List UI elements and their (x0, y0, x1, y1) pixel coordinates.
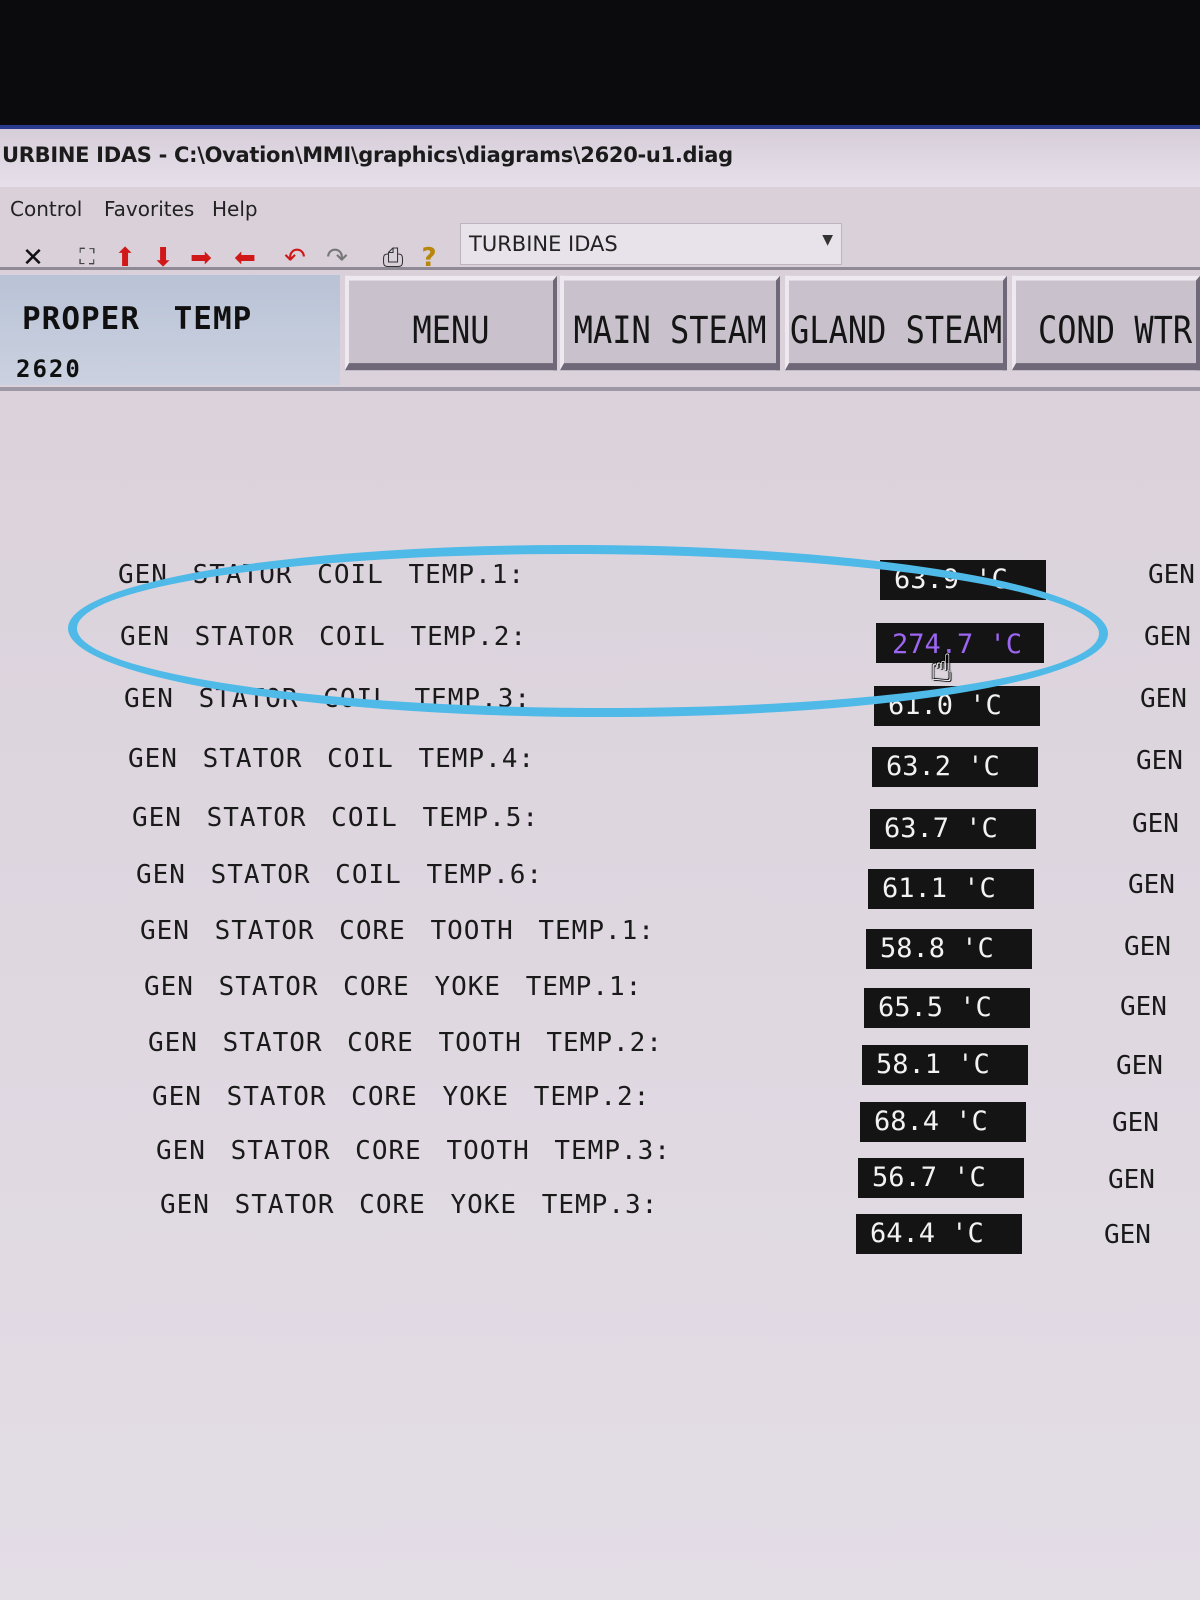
divider (0, 387, 1200, 391)
page-title: PROPER TEMP (22, 301, 253, 337)
window-titlebar: URBINE IDAS - C:\Ovation\MMI\graphics\di… (0, 125, 1200, 187)
row-right-label: GEN (1148, 560, 1195, 590)
row-label-coil-5: GEN STATOR COIL TEMP.5: (132, 803, 540, 833)
row-value-coil-6[interactable]: 61.1 'C (868, 869, 1034, 909)
row-value-coil-5[interactable]: 63.7 'C (870, 809, 1036, 849)
row-right-label: GEN (1136, 746, 1183, 776)
row-label-tooth-1: GEN STATOR CORE TOOTH TEMP.1: (140, 916, 655, 946)
row-right-label: GEN (1120, 992, 1167, 1022)
divider (0, 267, 1200, 270)
row-right-label: GEN (1112, 1108, 1159, 1138)
row-value-tooth-3[interactable]: 56.7 'C (858, 1158, 1024, 1198)
row-label-tooth-3: GEN STATOR CORE TOOTH TEMP.3: (156, 1136, 671, 1166)
row-label-yoke-1: GEN STATOR CORE YOKE TEMP.1: (144, 972, 643, 1002)
row-right-label: GEN (1104, 1220, 1151, 1250)
row-right-label: GEN (1144, 622, 1191, 652)
menu-button[interactable]: MENU (345, 275, 557, 371)
row-value-tooth-1[interactable]: 58.8 'C (866, 929, 1032, 969)
diagram-combo-value: TURBINE IDAS (469, 232, 618, 256)
row-value-yoke-3[interactable]: 64.4 'C (856, 1214, 1022, 1254)
chevron-down-icon[interactable]: ▼ (822, 232, 833, 248)
row-label-yoke-2: GEN STATOR CORE YOKE TEMP.2: (152, 1082, 651, 1112)
panel-header: PROPER TEMP 2620 (0, 275, 340, 385)
hand-pointer-cursor-icon: ☝ (930, 646, 954, 690)
row-value-coil-4[interactable]: 63.2 'C (872, 747, 1038, 787)
row-label-coil-4: GEN STATOR COIL TEMP.4: (128, 744, 536, 774)
page-number: 2620 (16, 355, 82, 383)
row-right-label: GEN (1116, 1051, 1163, 1081)
diagram-combo[interactable]: TURBINE IDAS ▼ (460, 223, 842, 265)
window-title: URBINE IDAS - C:\Ovation\MMI\graphics\di… (2, 143, 733, 167)
menu-favorites[interactable]: Favorites (104, 197, 194, 221)
menu-help[interactable]: Help (212, 197, 258, 221)
cond-wtr-button[interactable]: COND WTR (1012, 275, 1200, 371)
row-value-yoke-2[interactable]: 68.4 'C (860, 1102, 1026, 1142)
row-value-tooth-2[interactable]: 58.1 'C (862, 1045, 1028, 1085)
main-steam-button[interactable]: MAIN STEAM (560, 275, 780, 371)
row-right-label: GEN (1128, 870, 1175, 900)
row-right-label: GEN (1132, 809, 1179, 839)
menu-control[interactable]: Control (10, 197, 82, 221)
row-label-yoke-3: GEN STATOR CORE YOKE TEMP.3: (160, 1190, 659, 1220)
row-right-label: GEN (1140, 684, 1187, 714)
gland-steam-button[interactable]: GLAND STEAM (785, 275, 1007, 371)
row-label-coil-6: GEN STATOR COIL TEMP.6: (136, 860, 544, 890)
row-value-yoke-1[interactable]: 65.5 'C (864, 988, 1030, 1028)
row-right-label: GEN (1124, 932, 1171, 962)
row-label-tooth-2: GEN STATOR CORE TOOTH TEMP.2: (148, 1028, 663, 1058)
row-right-label: GEN (1108, 1165, 1155, 1195)
